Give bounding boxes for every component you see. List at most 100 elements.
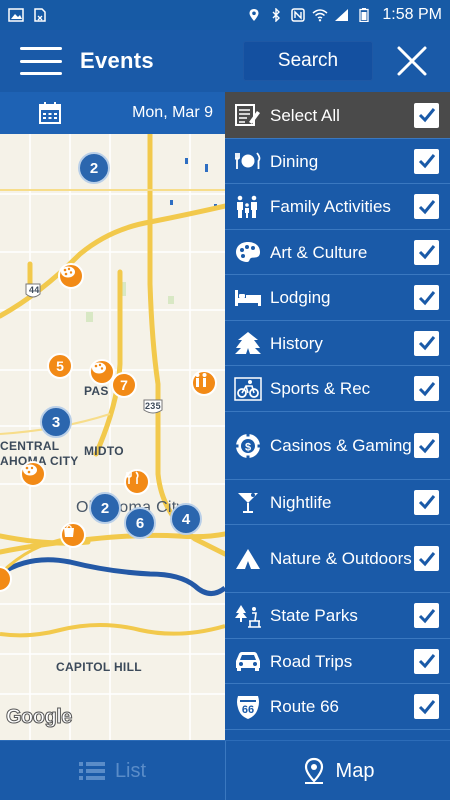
category-label: Lodging — [270, 288, 331, 307]
route66-icon: 66 — [234, 694, 262, 720]
nfc-icon — [291, 8, 306, 22]
category-list: Dining Family Activities Art & Culture Lodg… — [225, 139, 450, 730]
bluetooth-icon — [272, 8, 281, 22]
battery-icon — [359, 8, 370, 22]
category-filter-panel: Select All Dining Family Activities Art & … — [225, 92, 450, 740]
category-row-casinos-and-gaming[interactable]: $ Casinos & Gaming — [225, 412, 450, 480]
category-checkbox[interactable] — [414, 546, 439, 571]
category-row-road-trips[interactable]: Road Trips — [225, 639, 450, 684]
select-all-row[interactable]: Select All — [225, 92, 450, 139]
category-checkbox[interactable] — [414, 239, 439, 265]
family-icon — [234, 194, 262, 220]
category-checkbox[interactable] — [414, 433, 439, 458]
art-marker-icon[interactable] — [58, 263, 84, 289]
category-checkbox[interactable] — [414, 148, 439, 174]
category-checkbox[interactable] — [414, 194, 439, 219]
map-label-midtown: MIDTO — [84, 444, 124, 458]
wifi-icon — [312, 9, 328, 22]
category-row-route-66[interactable]: 66 Route 66 — [225, 684, 450, 730]
clock-text: 1:58 PM — [382, 6, 442, 23]
category-checkbox[interactable] — [414, 489, 439, 515]
gallery-notification-icon — [8, 8, 24, 22]
list-view-button[interactable]: List — [0, 741, 225, 800]
category-label: Sports & Rec — [270, 379, 371, 398]
dining-marker-icon[interactable] — [124, 469, 150, 495]
location-icon — [249, 9, 259, 21]
category-checkbox[interactable] — [414, 603, 439, 628]
file-notification-icon — [34, 8, 46, 22]
google-logo: Google — [6, 706, 73, 729]
events-map[interactable]: 44 235 CENTRAL AHOMA CITY PAS MIDTO Okla… — [0, 134, 225, 740]
category-row-history[interactable]: History — [225, 321, 450, 366]
category-checkbox[interactable] — [414, 285, 439, 310]
map-view-button[interactable]: Map — [225, 741, 450, 800]
highway-shield-235: 235 — [145, 401, 161, 411]
category-label: Dining — [270, 151, 319, 171]
selected-date: Mon, Mar 9 — [132, 104, 213, 121]
select-all-label: Select All — [270, 105, 340, 125]
map-cluster-marker[interactable]: 6 — [124, 507, 156, 539]
art-marker-icon[interactable] — [20, 461, 46, 487]
category-label: Family Activities — [270, 197, 391, 216]
category-label: Casinos & Gaming — [270, 436, 412, 455]
map-event-marker[interactable]: 5 — [47, 353, 73, 379]
palette-icon — [234, 239, 262, 265]
category-checkbox[interactable] — [414, 376, 439, 401]
date-bar[interactable]: Mon, Mar 9 — [0, 92, 225, 134]
signal-icon — [335, 9, 349, 21]
map-label-paseo: PAS — [84, 384, 109, 398]
page-title: Events — [80, 48, 154, 73]
map-view-label: Map — [335, 759, 375, 782]
tent-icon — [234, 330, 262, 356]
category-label: Nightlife — [270, 492, 332, 512]
category-row-dining[interactable]: Dining — [225, 139, 450, 184]
category-row-nightlife[interactable]: Nightlife — [225, 480, 450, 525]
list-icon — [78, 762, 105, 780]
category-checkbox[interactable] — [414, 648, 439, 674]
category-row-family-activities[interactable]: Family Activities — [225, 184, 450, 230]
park-icon — [234, 603, 262, 629]
category-label: Route 66 — [270, 697, 339, 716]
close-icon[interactable] — [395, 44, 429, 78]
category-label: History — [270, 333, 323, 353]
category-label: Nature & Outdoors — [270, 549, 412, 568]
menu-icon[interactable] — [20, 47, 62, 75]
family-marker-icon[interactable] — [191, 370, 217, 396]
map-cluster-marker[interactable]: 2 — [78, 152, 110, 184]
checklist-icon — [234, 102, 262, 128]
campsite-icon — [234, 546, 262, 572]
map-event-marker[interactable]: 7 — [111, 372, 137, 398]
category-checkbox[interactable] — [414, 694, 439, 719]
cocktail-icon — [234, 489, 262, 515]
bed-icon — [234, 285, 262, 311]
search-button[interactable]: Search — [243, 41, 373, 81]
calendar-icon[interactable] — [38, 101, 62, 125]
app-bar: Events Search — [0, 30, 450, 92]
category-row-nature-and-outdoors[interactable]: Nature & Outdoors — [225, 525, 450, 593]
list-view-label: List — [114, 759, 147, 782]
map-cluster-marker[interactable]: 2 — [89, 492, 121, 524]
svg-text:66: 66 — [242, 704, 254, 716]
bike-icon — [234, 376, 262, 402]
map-cluster-marker[interactable]: 4 — [170, 503, 202, 535]
category-label: State Parks — [270, 606, 358, 625]
category-label: Art & Culture — [270, 242, 368, 262]
status-bar: 1:58 PM — [0, 0, 450, 30]
car-icon — [234, 648, 262, 674]
dining-icon — [234, 148, 262, 174]
art-marker-icon[interactable] — [89, 359, 115, 385]
category-row-art-and-culture[interactable]: Art & Culture — [225, 230, 450, 275]
category-row-lodging[interactable]: Lodging — [225, 275, 450, 321]
shopping-marker-icon[interactable] — [60, 522, 86, 548]
map-label-central: CENTRAL — [0, 439, 60, 453]
bottom-nav: List Map — [0, 740, 450, 800]
highway-shield-44: 44 — [29, 285, 40, 295]
category-checkbox[interactable] — [414, 330, 439, 356]
select-all-checkbox[interactable] — [414, 102, 439, 128]
svg-text:$: $ — [245, 441, 251, 453]
map-cluster-marker[interactable]: 3 — [40, 406, 72, 438]
category-row-state-parks[interactable]: State Parks — [225, 593, 450, 639]
category-row-sports-and-rec[interactable]: Sports & Rec — [225, 366, 450, 412]
map-pin-icon — [304, 757, 323, 784]
map-label-capitol-hill: CAPITOL HILL — [56, 660, 142, 674]
